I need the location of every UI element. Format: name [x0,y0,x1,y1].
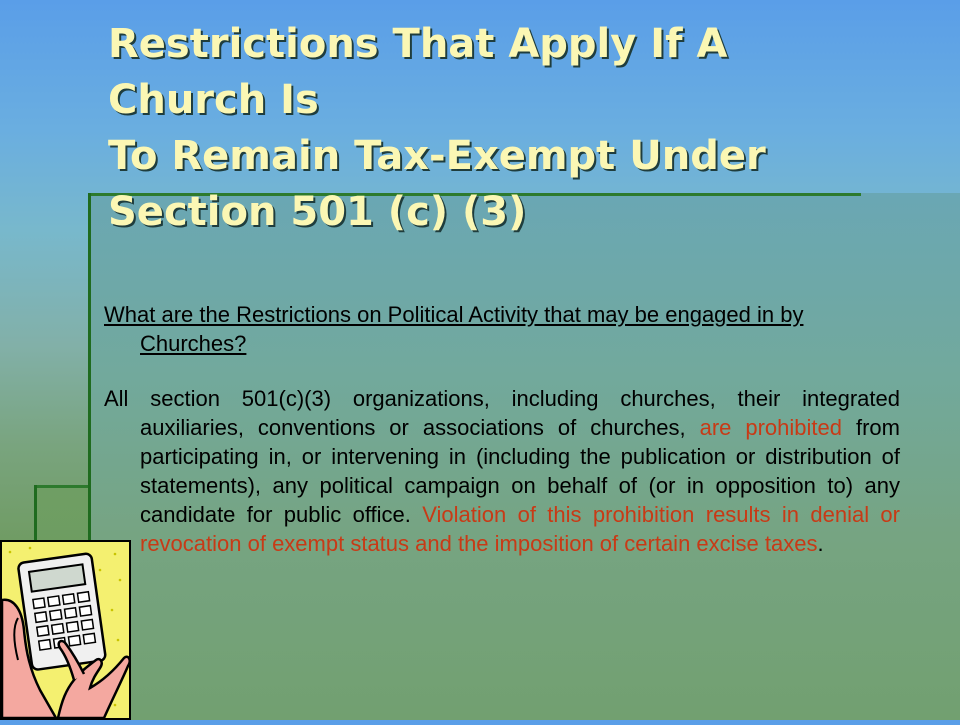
prohibited-emphasis: are prohibited [699,415,842,440]
title-line-2: Church Is [108,77,319,123]
slide-title: Restrictions That Apply If A Church Is T… [108,16,948,240]
title-line-1: Restrictions That Apply If A [108,21,728,67]
title-line-4: Section 501 (c) (3) [108,189,527,235]
question-heading: What are the Restrictions on Political A… [104,302,804,356]
para-text-3: . [817,531,824,556]
restriction-paragraph: All section 501(c)(3) organizations, inc… [104,384,900,558]
title-line-3: To Remain Tax-Exempt Under [108,133,766,179]
slide-body: What are the Restrictions on Political A… [104,300,900,558]
calculator-hand-icon [0,540,131,720]
